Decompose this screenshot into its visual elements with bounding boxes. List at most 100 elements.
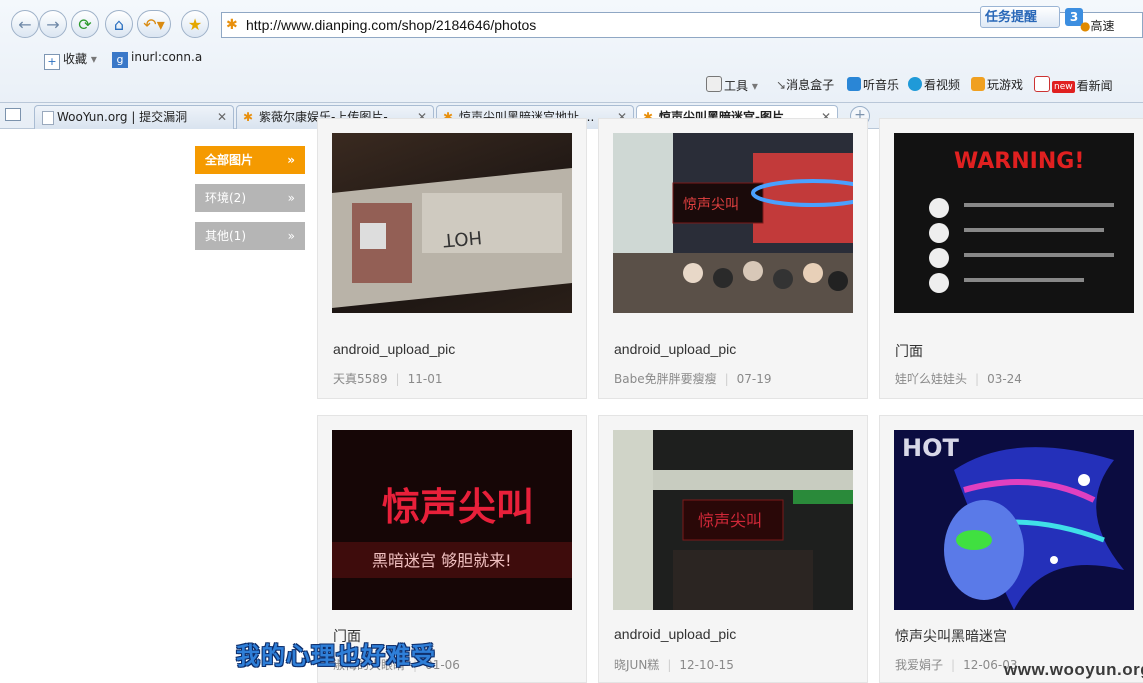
favorite-link-inurl[interactable]: g inurl:conn.a [112, 50, 202, 68]
photo-caption[interactable]: 门面 [895, 341, 923, 361]
photo-meta: 娃吖么娃娃头 | 03-24 [895, 370, 1022, 387]
photo-card[interactable]: 惊声尖叫 android_upload_pic Babe免胖胖要瘦瘦 | 07-19 [598, 118, 868, 399]
favorites-icon: + [44, 54, 60, 70]
photo-date: 12-10-15 [679, 658, 734, 672]
neon-subtitle-text: 黑暗迷宫 够胆就来! [372, 551, 512, 570]
photo-uploader[interactable]: Babe免胖胖要瘦瘦 [614, 372, 717, 386]
refresh-button[interactable]: ⟳ [71, 10, 99, 38]
photo-thumbnail[interactable]: 惊声尖叫 黑暗迷宫 够胆就来! [332, 430, 572, 610]
favorite-link-label: inurl:conn.a [131, 50, 203, 64]
tab-wooyun[interactable]: WooYun.org | 提交漏洞 ✕ [34, 105, 234, 129]
forward-button[interactable]: → [39, 10, 67, 38]
dianping-favicon-icon: ✱ [243, 110, 254, 124]
tools-label: 工具 [724, 79, 749, 93]
photo-meta: 我爱娟子 | 12-06-03 [895, 656, 1018, 673]
photo-thumbnail[interactable]: HOT [332, 133, 572, 313]
tab-label: WooYun.org | 提交漏洞 [57, 110, 188, 124]
undo-close-button[interactable]: ↶▾ [137, 10, 171, 38]
video-label: 看视频 [924, 78, 961, 92]
photo-card[interactable]: 惊声尖叫 android_upload_pic 晓JUN糕 | 12-10-15 [598, 415, 868, 683]
google-icon: g [112, 52, 128, 68]
neon-title-text: 惊声尖叫 [382, 485, 534, 529]
photo-caption[interactable]: android_upload_pic [614, 626, 736, 642]
neon-sign-photo: 惊声尖叫 黑暗迷宫 够胆就来! [332, 430, 572, 610]
wooyun-watermark: www.wooyun.org [1004, 660, 1143, 679]
refresh-icon: ⟳ [78, 14, 92, 34]
filter-all-photos[interactable]: 全部图片 » [195, 146, 305, 174]
warning-text: WARNING! [954, 149, 1084, 174]
photo-thumbnail[interactable]: WARNING! [894, 133, 1134, 313]
tool-bar: 工具 ▾ ↘消息盒子 听音乐 看视频 玩游戏 new 看新闻 [0, 74, 1143, 96]
photo-uploader[interactable]: 娃吖么娃娃头 [895, 372, 967, 386]
chevron-down-icon: ▾ [751, 79, 758, 93]
message-box-label: 消息盒子 [786, 78, 835, 92]
photo-caption[interactable]: android_upload_pic [614, 341, 736, 357]
hot-text: HOT [902, 434, 959, 462]
photo-category-filters: 全部图片 » 环境(2) » 其他(1) » [195, 146, 305, 260]
tools-icon [706, 76, 722, 92]
meta-separator: | [975, 372, 980, 386]
photo-meta: Babe免胖胖要瘦瘦 | 07-19 [614, 370, 772, 387]
url-text[interactable]: http://www.dianping.com/shop/2184646/pho… [246, 17, 536, 33]
message-box-icon: ↘ [776, 78, 787, 92]
task-reminder-button[interactable]: 任务提醒 [980, 6, 1061, 28]
photo-thumbnail[interactable]: HOT [894, 430, 1134, 610]
photo-uploader[interactable]: 晓JUN糕 [614, 658, 659, 672]
meta-separator: | [724, 372, 729, 386]
forward-arrow-icon: → [46, 14, 60, 34]
back-button[interactable]: ← [11, 10, 39, 38]
meta-separator: | [395, 372, 400, 386]
photo-date: 03-24 [987, 372, 1022, 386]
favorites-menu[interactable]: + 收藏 ▾ [44, 50, 97, 70]
double-chevron-right-icon: » [287, 153, 295, 167]
entrance-sign-text: 惊声尖叫 [698, 511, 762, 530]
undo-icon: ↶▾ [143, 14, 165, 34]
video-button[interactable]: 看视频 [908, 76, 960, 93]
close-tab-icon[interactable]: ✕ [217, 106, 227, 129]
filter-other[interactable]: 其他(1) » [195, 222, 305, 250]
game-icon [971, 77, 985, 91]
meta-separator: | [667, 658, 672, 672]
news-label: 看新闻 [1076, 79, 1113, 93]
ticket-photo: HOT [332, 168, 572, 308]
photo-meta: 晓JUN糕 | 12-10-15 [614, 656, 734, 673]
photo-caption[interactable]: 惊声尖叫黑暗迷宫 [895, 626, 1007, 646]
back-arrow-icon: ← [18, 14, 32, 34]
favorites-label: 收藏 [63, 52, 88, 66]
photo-card[interactable]: WARNING! 门面 娃吖么娃娃头 | 03-24 [879, 118, 1143, 399]
photo-card[interactable]: HOT 惊声尖叫黑暗迷宫 我爱娟子 | 12-06-03 [879, 415, 1143, 683]
news-icon [1034, 76, 1050, 92]
photo-thumbnail[interactable]: 惊声尖叫 [613, 430, 853, 610]
site-favicon-icon: ✱ [226, 17, 238, 33]
speed-mode-label: 高速 [1090, 19, 1115, 33]
music-icon [847, 77, 861, 91]
sign-text: 惊声尖叫 [683, 197, 739, 213]
filter-label: 环境(2) [205, 191, 246, 205]
music-label: 听音乐 [863, 78, 900, 92]
photo-meta: 天真5589 | 11-01 [333, 370, 442, 387]
favorites-bar: + 收藏 ▾ g inurl:conn.a [0, 48, 1143, 70]
ticket-text: HOT [441, 226, 482, 250]
photo-uploader[interactable]: 我爱娟子 [895, 658, 943, 672]
photo-caption[interactable]: android_upload_pic [333, 341, 455, 357]
chevron-down-icon: ▾ [90, 52, 97, 66]
photo-date: 07-19 [736, 372, 772, 386]
home-icon: ⌂ [113, 14, 125, 34]
uv-painting-photo: HOT [894, 430, 1134, 610]
home-button[interactable]: ⌂ [105, 10, 133, 38]
filter-environment[interactable]: 环境(2) » [195, 184, 305, 212]
message-box-button[interactable]: ↘消息盒子 [776, 76, 834, 93]
photo-thumbnail[interactable]: 惊声尖叫 [613, 133, 853, 313]
game-label: 玩游戏 [987, 78, 1024, 92]
music-button[interactable]: 听音乐 [847, 76, 899, 93]
double-chevron-right-icon: » [287, 191, 295, 205]
photo-card[interactable]: HOT android_upload_pic 天真5589 | 11-01 [317, 118, 587, 399]
entrance-photo: 惊声尖叫 [613, 430, 853, 610]
tools-menu[interactable]: 工具 ▾ [706, 76, 758, 94]
bookmark-star-button[interactable]: ★ [181, 10, 209, 38]
game-button[interactable]: 玩游戏 [971, 76, 1023, 93]
photo-uploader[interactable]: 天真5589 [333, 372, 388, 386]
speed-mode-button[interactable]: ●高速 [1080, 17, 1115, 34]
page-icon [42, 111, 54, 125]
news-button[interactable]: new 看新闻 [1034, 76, 1113, 94]
